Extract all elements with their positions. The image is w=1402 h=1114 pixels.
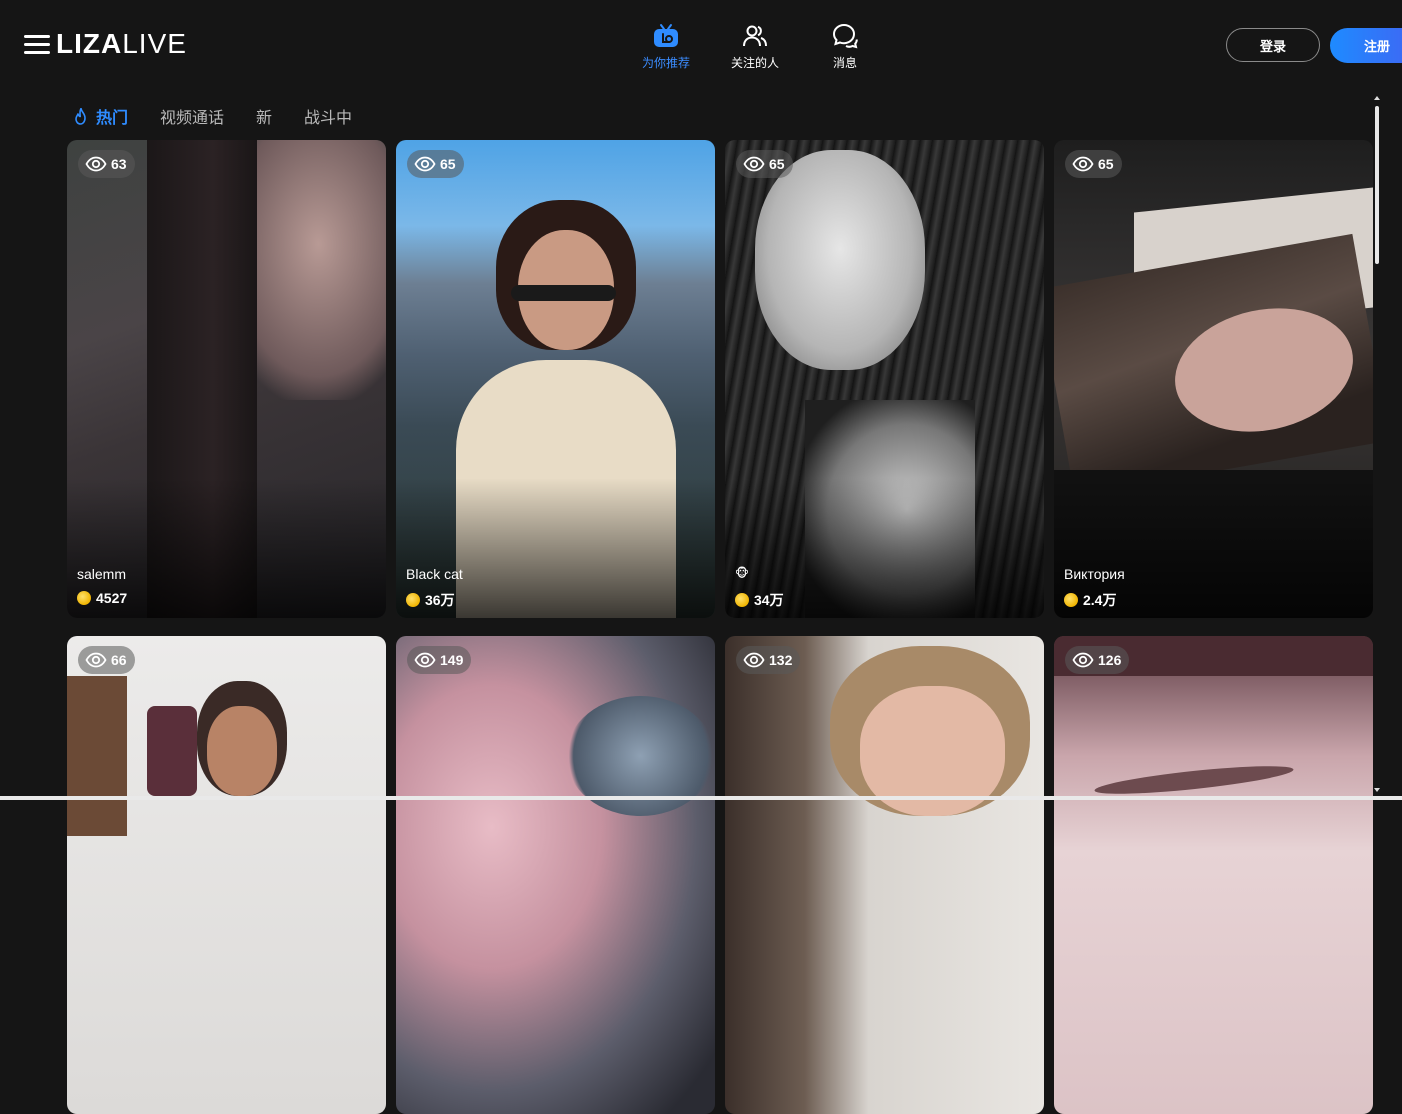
scroll-down-arrow-icon[interactable]: [1374, 788, 1380, 792]
tab-video-call[interactable]: 视频通话: [160, 104, 224, 128]
tab-battle[interactable]: 战斗中: [304, 104, 352, 128]
stream-card[interactable]: 65 🐵 34万: [725, 140, 1044, 618]
tab-hot[interactable]: 热门: [74, 104, 128, 128]
scroll-up-arrow-icon[interactable]: [1374, 96, 1380, 100]
register-button[interactable]: 注册: [1330, 28, 1402, 63]
vertical-scrollbar[interactable]: [1372, 96, 1382, 796]
coin-count: 4527: [77, 590, 127, 606]
nav-messages[interactable]: 消息: [831, 22, 859, 71]
stream-card[interactable]: 65 Black cat 36万: [396, 140, 715, 618]
tab-label: 新: [256, 110, 273, 127]
viewer-count: 65: [1098, 156, 1114, 172]
nav-following[interactable]: 关注的人: [731, 22, 779, 71]
viewer-count-badge: 65: [1065, 150, 1122, 178]
viewer-count: 63: [111, 156, 127, 172]
coin-value: 36万: [425, 592, 455, 608]
nav-label: 为你推荐: [642, 56, 691, 70]
streamer-name: Виктория: [1064, 566, 1125, 582]
viewer-count-badge: 132: [736, 646, 801, 674]
viewer-count-badge: 65: [407, 150, 464, 178]
tab-label: 视频通话: [160, 110, 225, 127]
nav-for-you[interactable]: 为你推荐: [642, 22, 690, 71]
stream-thumbnail: [396, 636, 715, 1114]
streamer-name: Black cat: [406, 566, 463, 582]
tab-label: 战斗中: [304, 110, 353, 127]
eye-icon: [743, 156, 765, 172]
stream-thumbnail: [67, 636, 386, 1114]
horizontal-scrollbar[interactable]: [0, 796, 1402, 800]
viewer-count-badge: 66: [78, 646, 135, 674]
coin-count: 34万: [735, 590, 784, 610]
category-tabs: 热门 视频通话 新 战斗中: [74, 104, 384, 128]
stream-thumbnail: [1054, 636, 1373, 1114]
stream-card[interactable]: 126: [1054, 636, 1373, 1114]
coin-count: 2.4万: [1064, 590, 1116, 610]
stream-card[interactable]: 66: [67, 636, 386, 1114]
top-header: LIZALIVE 为你推荐 关注的人 消息 登录 注册: [0, 0, 1402, 90]
coin-icon: [406, 593, 420, 607]
brand-logo[interactable]: LIZALIVE: [56, 28, 187, 60]
coin-count: 36万: [406, 590, 455, 610]
viewer-count-badge: 126: [1065, 646, 1130, 674]
stream-thumbnail: [725, 636, 1044, 1114]
eye-icon: [414, 652, 436, 668]
viewer-count: 66: [111, 652, 127, 668]
tab-new[interactable]: 新: [256, 104, 272, 128]
tv-icon: [654, 24, 678, 47]
viewer-count: 65: [440, 156, 456, 172]
hamburger-menu-icon[interactable]: [24, 33, 50, 55]
users-icon: [743, 25, 767, 47]
viewer-count: 149: [440, 652, 464, 668]
streamer-name: salemm: [77, 566, 127, 582]
eye-icon: [1072, 652, 1094, 668]
eye-icon: [85, 156, 107, 172]
nav-label: 消息: [832, 56, 857, 70]
chat-icon: [832, 23, 858, 49]
login-button[interactable]: 登录: [1226, 28, 1320, 62]
stream-card[interactable]: 63 salemm 4527: [67, 140, 386, 618]
viewer-count: 65: [769, 156, 785, 172]
coin-icon: [1064, 593, 1078, 607]
flame-icon: [75, 107, 86, 125]
coin-value: 4527: [96, 590, 128, 606]
streamer-name: 🐵: [735, 566, 749, 580]
coin-icon: [77, 591, 91, 605]
viewer-count: 126: [1098, 652, 1122, 668]
viewer-count: 132: [769, 652, 793, 668]
stream-card[interactable]: 132: [725, 636, 1044, 1114]
stream-card[interactable]: 149: [396, 636, 715, 1114]
eye-icon: [414, 156, 436, 172]
tab-label: 热门: [96, 110, 129, 127]
viewer-count-badge: 65: [736, 150, 793, 178]
nav-label: 关注的人: [731, 56, 780, 70]
scrollbar-thumb[interactable]: [1375, 106, 1379, 264]
viewer-count-badge: 63: [78, 150, 135, 178]
coin-icon: [735, 593, 749, 607]
eye-icon: [85, 652, 107, 668]
coin-value: 34万: [754, 592, 784, 608]
stream-card[interactable]: 65 Виктория 2.4万: [1054, 140, 1373, 618]
eye-icon: [743, 652, 765, 668]
coin-value: 2.4万: [1083, 592, 1117, 608]
viewer-count-badge: 149: [407, 646, 472, 674]
eye-icon: [1072, 156, 1094, 172]
